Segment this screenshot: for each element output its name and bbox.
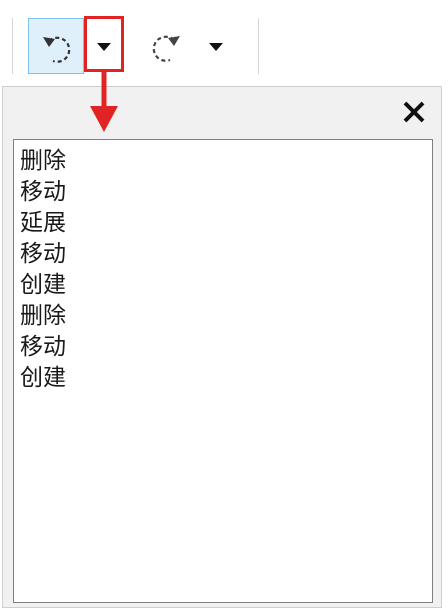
history-item[interactable]: 移动 [20,177,432,208]
redo-icon [152,35,180,62]
toolbar-separator [12,18,13,74]
undo-history-panel: 删除 移动 延展 移动 创建 删除 移动 创建 [2,86,442,608]
undo-icon [43,36,71,63]
redo-button[interactable] [138,18,194,74]
toolbar-separator [258,18,259,74]
history-item[interactable]: 创建 [20,363,432,394]
history-list[interactable]: 删除 移动 延展 移动 创建 删除 移动 创建 [13,139,433,603]
history-item[interactable]: 移动 [20,239,432,270]
history-item[interactable]: 移动 [20,332,432,363]
history-item[interactable]: 延展 [20,208,432,239]
history-item[interactable]: 删除 [20,146,432,177]
undo-button[interactable] [28,18,84,74]
caret-down-icon [209,43,223,51]
highlight-box [84,16,124,72]
redo-dropdown-button[interactable] [196,18,236,74]
toolbar [0,0,270,86]
history-item[interactable]: 删除 [20,301,432,332]
history-item[interactable]: 创建 [20,270,432,301]
close-button[interactable] [399,97,429,127]
close-icon [403,101,425,123]
